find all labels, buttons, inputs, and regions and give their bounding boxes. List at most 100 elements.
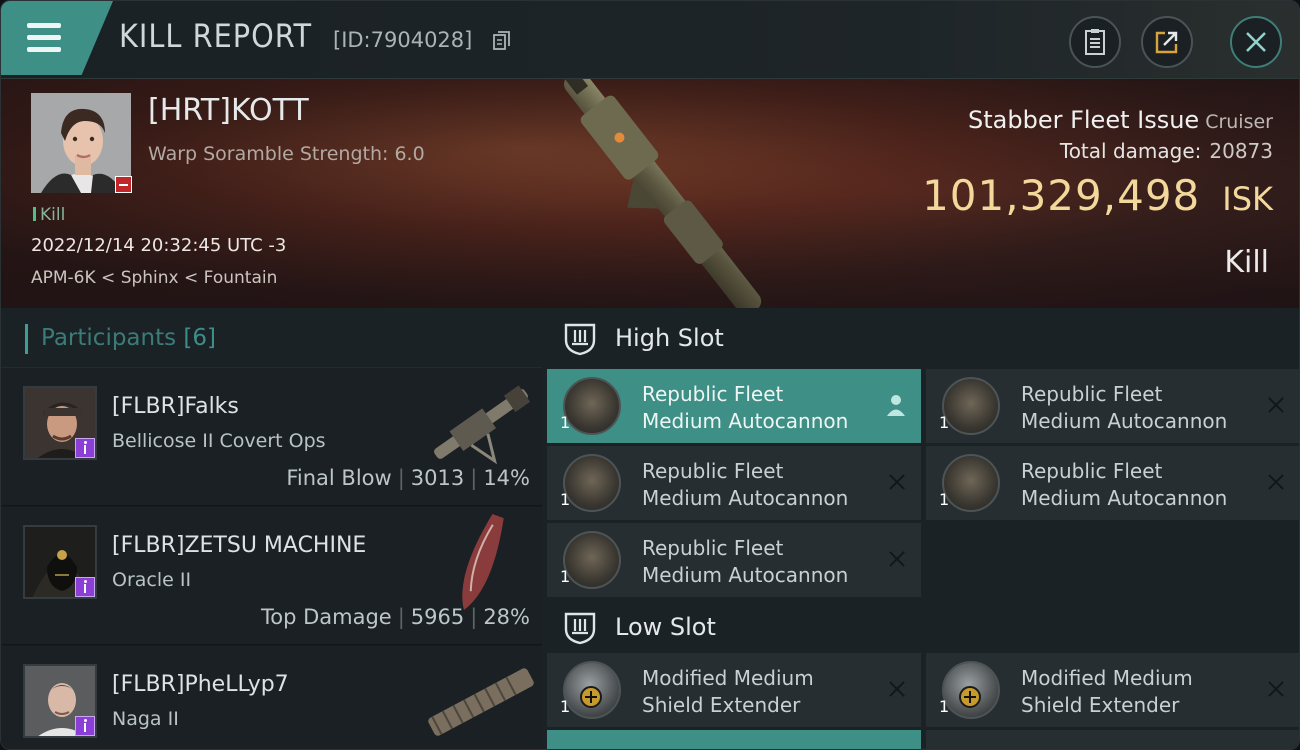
plus-badge-icon	[959, 686, 981, 708]
participant-row[interactable]: [FLBR]Falks Bellicose II Covert Ops Fina…	[1, 368, 542, 506]
kill-report-window: KILL REPORT [ID:7904028] [HRT]KOTT Warp …	[0, 0, 1300, 750]
participant-ship-image	[428, 668, 534, 736]
divider: |	[397, 466, 405, 490]
module-name: Republic Fleet Medium Autocannon	[1021, 381, 1261, 435]
participant-row[interactable]: [FLBR]ZETSU MACHINE Oracle II Top Damage…	[1, 507, 542, 645]
module-name-line1: Modified Medium	[1021, 666, 1193, 690]
participant-percent: 14%	[483, 466, 530, 490]
module-item[interactable]	[547, 730, 921, 749]
module-item[interactable]: 1 Modified Medium Shield Extender	[926, 653, 1299, 727]
copy-icon[interactable]	[493, 31, 511, 51]
participant-label: Final Blow	[286, 466, 392, 490]
module-item[interactable]: 1 Republic Fleet Medium Autocannon	[547, 446, 921, 520]
victim-ship[interactable]: Stabber Fleet Issue Cruiser	[968, 106, 1273, 134]
participant-label: Top Damage	[260, 605, 392, 629]
high-slot-icon	[564, 323, 596, 356]
participant-ship: Oracle II	[112, 569, 192, 591]
ship-name: Stabber Fleet Issue	[968, 106, 1200, 134]
divider: |	[397, 605, 405, 629]
module-name-line2: Medium Autocannon	[642, 486, 849, 510]
fitting-panel: High Slot 1 Republic Fleet Medium Autocan…	[542, 308, 1299, 749]
close-icon	[1246, 32, 1266, 52]
menu-button[interactable]	[1, 1, 113, 75]
participants-title: Participants [6]	[41, 325, 216, 351]
participant-stats: Final Blow | 3013 | 14%	[286, 466, 530, 490]
character-badge-icon	[75, 577, 95, 597]
victim-ship-image	[558, 79, 762, 308]
module-item[interactable]: 1 Republic Fleet Medium Autocannon	[926, 446, 1299, 520]
total-damage-value: 20873	[1209, 139, 1273, 163]
participant-damage: 3013	[410, 466, 465, 490]
autocannon-icon	[563, 531, 621, 589]
participant-name: [FLBR]PheLLyp7	[112, 672, 289, 697]
high-slot-header: High Slot	[542, 308, 1299, 368]
autocannon-icon	[942, 377, 1000, 435]
module-quantity: 1	[560, 697, 571, 716]
module-quantity: 1	[560, 490, 571, 509]
module-quantity: 1	[560, 413, 571, 432]
module-name: Republic Fleet Medium Autocannon	[642, 458, 882, 512]
participants-panel: Participants [6] [FLBR]Falks Bellicose I…	[1, 308, 542, 749]
participant-ship: Naga II	[112, 708, 179, 730]
divider: |	[470, 466, 478, 490]
destroyed-x-icon	[887, 472, 907, 492]
module-item[interactable]: 1 Republic Fleet Medium Autocannon	[926, 369, 1299, 443]
kill-status: Kill	[1224, 245, 1269, 280]
low-slot-icon	[564, 612, 596, 645]
low-slot-title: Low Slot	[615, 613, 716, 641]
module-name-line1: Republic Fleet	[1021, 382, 1163, 406]
character-badge-icon	[75, 716, 95, 736]
autocannon-icon	[942, 454, 1000, 512]
module-name-line1: Republic Fleet	[642, 382, 784, 406]
module-item[interactable]: 1 Republic Fleet Medium Autocannon	[547, 523, 921, 597]
destroyed-x-icon	[887, 549, 907, 569]
participant-ship: Bellicose II Covert Ops	[112, 430, 326, 452]
menu-icon-bar	[27, 47, 61, 52]
participants-header[interactable]: Participants [6]	[1, 308, 542, 368]
participant-row[interactable]: [FLBR]PheLLyp7 Naga II	[1, 646, 542, 749]
warp-scramble-strength: Warp Soramble Strength: 6.0	[148, 143, 425, 165]
character-badge-icon	[75, 438, 95, 458]
module-item[interactable]	[926, 730, 1299, 749]
total-damage-label: Total damage:	[1059, 139, 1202, 163]
participant-damage: 5965	[410, 605, 465, 629]
module-name: Republic Fleet Medium Autocannon	[642, 535, 882, 589]
module-name: Modified Medium Shield Extender	[642, 665, 882, 719]
isk-value: 101,329,498 ISK	[922, 171, 1273, 220]
menu-icon-bar	[27, 35, 61, 40]
participant-stats: Top Damage | 5965 | 28%	[261, 605, 530, 629]
divider: |	[470, 605, 478, 629]
destroyed-x-icon	[1266, 679, 1286, 699]
victim-banner: [HRT]KOTT Warp Soramble Strength: 6.0 Ki…	[1, 79, 1299, 308]
isk-amount: 101,329,498	[922, 171, 1201, 220]
standing-minus-icon	[115, 176, 132, 193]
module-quantity: 1	[560, 567, 571, 586]
module-item[interactable]: 1 Modified Medium Shield Extender	[547, 653, 921, 727]
low-slot-header: Low Slot	[542, 597, 1299, 657]
kill-location[interactable]: APM-6K < Sphinx < Fountain	[31, 268, 277, 288]
person-icon[interactable]	[885, 393, 907, 417]
clipboard-button[interactable]	[1069, 16, 1121, 68]
total-damage: Total damage: 20873	[1060, 139, 1273, 163]
victim-name[interactable]: [HRT]KOTT	[148, 93, 309, 128]
module-name-line2: Medium Autocannon	[642, 563, 849, 587]
module-name-line2: Medium Autocannon	[642, 409, 849, 433]
close-button[interactable]	[1230, 16, 1282, 68]
participant-ship-image	[462, 513, 504, 610]
module-name-line1: Republic Fleet	[642, 459, 784, 483]
module-quantity: 1	[939, 697, 950, 716]
page-title: KILL REPORT	[119, 17, 313, 55]
kill-tag: Kill	[33, 205, 65, 225]
top-bar: KILL REPORT [ID:7904028]	[1, 1, 1299, 79]
participant-percent: 28%	[483, 605, 530, 629]
module-name-line2: Shield Extender	[1021, 693, 1180, 717]
module-name: Republic Fleet Medium Autocannon	[1021, 458, 1261, 512]
module-item[interactable]: 1 Republic Fleet Medium Autocannon	[547, 369, 921, 443]
report-id: [ID:7904028]	[333, 28, 473, 52]
menu-icon	[27, 23, 61, 28]
share-button[interactable]	[1141, 16, 1193, 68]
module-name-line1: Republic Fleet	[642, 536, 784, 560]
participants-count: [6]	[183, 325, 217, 351]
module-quantity: 1	[939, 490, 950, 509]
header-accent-bar	[25, 324, 28, 354]
